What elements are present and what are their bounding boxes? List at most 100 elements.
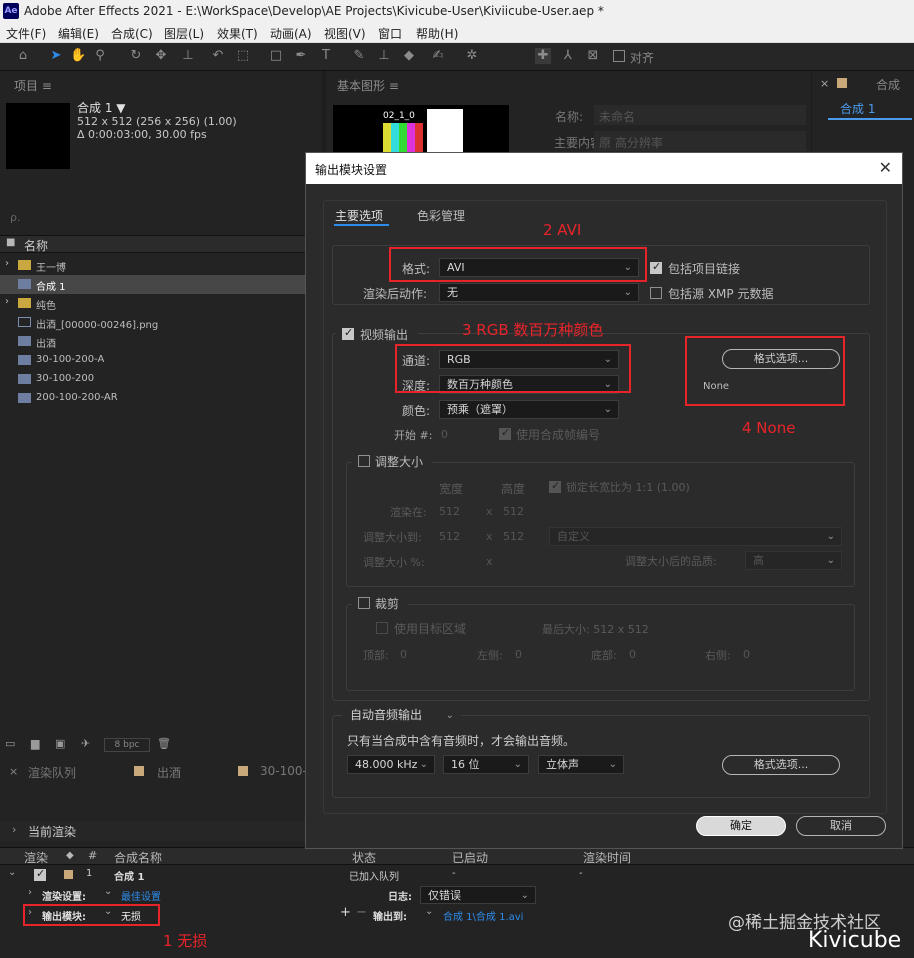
puppet-pin-icon[interactable]: ✲: [464, 48, 480, 64]
menu-effect[interactable]: 效果(T): [217, 25, 258, 42]
log-dropdown[interactable]: 仅错误 ⌄: [420, 886, 536, 904]
label-column-icon[interactable]: ■: [6, 237, 15, 248]
camera-tool-icon[interactable]: ✥: [153, 48, 169, 64]
menu-animation[interactable]: 动画(A): [270, 25, 312, 42]
interpret-footage-icon[interactable]: ▭: [5, 737, 15, 750]
col-comp-name[interactable]: 合成名称: [114, 849, 162, 866]
close-icon[interactable]: ×: [9, 765, 18, 778]
list-item[interactable]: 30-100-200: [0, 370, 305, 389]
type-tool-icon[interactable]: T: [318, 48, 334, 64]
post-render-dropdown[interactable]: 无 ⌄: [439, 283, 639, 302]
render-settings-value[interactable]: 最佳设置: [121, 888, 161, 903]
crop-top-value[interactable]: 0: [400, 648, 407, 661]
menu-window[interactable]: 窗口: [378, 25, 402, 42]
lock-aspect-checkbox[interactable]: [549, 479, 561, 493]
clone-stamp-icon[interactable]: ⊥: [376, 48, 392, 64]
chujiu-tab[interactable]: 出酒: [157, 764, 181, 781]
list-item[interactable]: › 王一博: [0, 256, 305, 275]
menu-view[interactable]: 视图(V): [324, 25, 366, 42]
add-output-icon[interactable]: +: [340, 905, 351, 920]
roto-brush-icon[interactable]: ✍: [430, 48, 446, 64]
list-item[interactable]: 30-100-200-A: [0, 351, 305, 370]
expand-arrow-icon[interactable]: ›: [5, 258, 9, 269]
project-tab[interactable]: 项目 ≡: [14, 77, 52, 94]
crop-bottom-value[interactable]: 0: [629, 648, 636, 661]
bpc-button[interactable]: 8 bpc: [104, 738, 150, 752]
col-render[interactable]: 渲染: [24, 849, 48, 866]
eraser-tool-icon[interactable]: ◆: [401, 48, 417, 64]
chevron-down-icon[interactable]: ⌄: [104, 886, 112, 897]
color-dropdown[interactable]: 预乘（遮罩） ⌄: [439, 400, 619, 419]
new-folder-icon[interactable]: ▆: [31, 737, 39, 750]
name-column-header[interactable]: 名称: [24, 237, 48, 254]
list-item[interactable]: › 纯色: [0, 294, 305, 313]
start-frame-value[interactable]: 0: [441, 428, 448, 441]
zoom-tool-icon[interactable]: ⚲: [92, 48, 108, 64]
local-axis-icon[interactable]: ✚: [535, 48, 551, 64]
expand-arrow-icon[interactable]: ›: [12, 823, 16, 836]
rect-mask-icon[interactable]: ⬚: [235, 48, 251, 64]
close-icon[interactable]: ×: [820, 77, 829, 90]
table-row[interactable]: ⌄ 1 合成 1 已加入队列 - -: [0, 866, 914, 884]
trash-icon[interactable]: 🗑: [157, 737, 171, 750]
menu-layer[interactable]: 图层(L): [164, 25, 204, 42]
audio-output-dropdown[interactable]: 自动音频输出 ⌄: [342, 706, 461, 725]
list-item[interactable]: 200-100-200-AR: [0, 389, 305, 408]
comp-1-tab[interactable]: 合成 1: [840, 100, 875, 117]
selection-tool-icon[interactable]: ➤: [48, 48, 64, 64]
view-axis-icon[interactable]: ⊠: [585, 48, 601, 64]
menu-file[interactable]: 文件(F): [6, 25, 46, 42]
crop-checkbox[interactable]: [358, 597, 370, 609]
col-render-time[interactable]: 渲染时间: [583, 849, 631, 866]
render-queue-tab[interactable]: 渲染队列: [28, 764, 76, 781]
resize-quality-dropdown[interactable]: 高 ⌄: [745, 551, 842, 570]
ok-button[interactable]: 确定: [696, 816, 786, 836]
expand-arrow-icon[interactable]: ›: [28, 887, 32, 898]
world-axis-icon[interactable]: ⅄: [560, 48, 576, 64]
close-icon[interactable]: ✕: [879, 158, 892, 177]
label-color-icon[interactable]: [64, 870, 73, 879]
comp-panel-tab[interactable]: 合成: [876, 76, 900, 93]
video-output-checkbox[interactable]: [342, 326, 354, 340]
menu-edit[interactable]: 编辑(E): [58, 25, 99, 42]
rectangle-tool-icon[interactable]: □: [268, 48, 284, 64]
resize-preset-dropdown[interactable]: 自定义 ⌄: [549, 527, 842, 546]
crop-left-value[interactable]: 0: [515, 648, 522, 661]
render-checkbox[interactable]: [34, 867, 46, 881]
use-comp-frame-checkbox[interactable]: [499, 426, 511, 440]
project-settings-icon[interactable]: ✈: [81, 737, 90, 750]
output-to-value[interactable]: 合成 1\合成 1.avi: [443, 908, 523, 923]
sample-rate-dropdown[interactable]: 48.000 kHz ⌄: [347, 755, 435, 774]
col-number[interactable]: #: [88, 849, 97, 862]
remove-output-icon[interactable]: −: [356, 905, 367, 920]
basic-graphics-tab[interactable]: 基本图形 ≡: [337, 77, 399, 94]
audio-channels-dropdown[interactable]: 立体声 ⌄: [538, 755, 624, 774]
list-item[interactable]: 合成 1: [0, 275, 305, 294]
cancel-button[interactable]: 取消: [796, 816, 886, 836]
tag-icon[interactable]: ◆: [66, 850, 74, 861]
resize-checkbox[interactable]: [358, 455, 370, 467]
include-xmp-checkbox[interactable]: [650, 287, 662, 299]
snap-checkbox[interactable]: [613, 50, 625, 62]
crop-right-value[interactable]: 0: [743, 648, 750, 661]
comp-name[interactable]: 合成 1 ▼: [77, 102, 237, 115]
resize-to-height[interactable]: 512: [503, 530, 524, 543]
anchor-tool-icon[interactable]: ↶: [210, 48, 226, 64]
audio-format-options-button[interactable]: 格式选项...: [722, 755, 840, 775]
search-icon[interactable]: ρ.: [10, 211, 20, 224]
brush-tool-icon[interactable]: ✎: [351, 48, 367, 64]
expand-arrow-icon[interactable]: ›: [5, 296, 9, 307]
menu-help[interactable]: 帮助(H): [416, 25, 458, 42]
pan-behind-tool-icon[interactable]: ⊥: [180, 48, 196, 64]
chevron-down-icon[interactable]: ⌄: [425, 906, 433, 917]
resize-to-width[interactable]: 512: [439, 530, 460, 543]
include-project-link-checkbox[interactable]: [650, 260, 662, 274]
hand-tool-icon[interactable]: ✋: [70, 48, 86, 64]
name-field[interactable]: 未命名: [594, 105, 806, 125]
menu-composition[interactable]: 合成(C): [111, 25, 153, 42]
main-content-field[interactable]: 原 高分辨率: [594, 131, 806, 151]
col-status[interactable]: 状态: [352, 849, 376, 866]
new-comp-icon[interactable]: ▣: [55, 737, 65, 750]
col-started[interactable]: 已启动: [452, 849, 488, 866]
home-icon[interactable]: ⌂: [15, 48, 31, 64]
